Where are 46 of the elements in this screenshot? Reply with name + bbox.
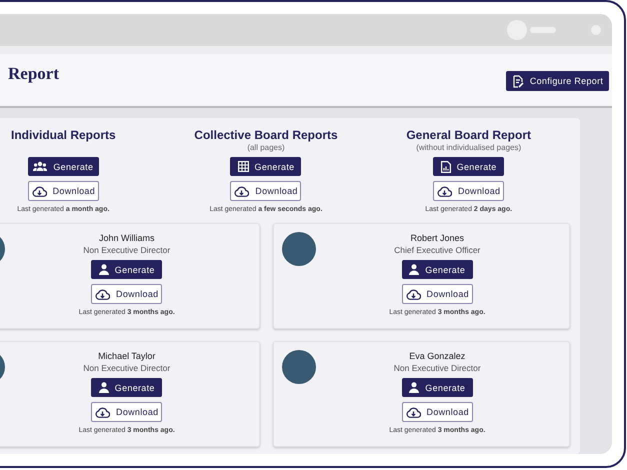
download-button[interactable]: Download [230, 181, 302, 201]
person-name: Michael Taylor [98, 350, 156, 362]
page-title: Report [8, 64, 59, 84]
user-icon [409, 382, 420, 393]
document-edit-icon [512, 74, 524, 88]
avatar-photo-placeholder [282, 232, 316, 266]
generate-button[interactable]: Generate [402, 378, 473, 397]
report-title: General Board Report [406, 128, 532, 143]
group-icon [33, 161, 48, 172]
generate-button[interactable]: Generate [402, 260, 473, 279]
user-icon [98, 264, 109, 275]
download-button[interactable]: Download [28, 181, 99, 201]
person-role: Non Executive Director [83, 244, 170, 256]
generate-button[interactable]: Generate [28, 157, 99, 176]
cloud-download-icon [95, 288, 110, 300]
generate-button[interactable]: Generate [91, 260, 162, 279]
generate-button[interactable]: Generate [230, 157, 302, 176]
user-icon [409, 264, 420, 275]
avatar-photo-placeholder [282, 350, 316, 384]
report-title: Individual Reports [10, 128, 116, 143]
person-name: Eva Gonzalez [409, 350, 466, 362]
person-name: John Williams [98, 232, 154, 244]
report-title: Collective Board Reports [194, 128, 338, 143]
report-subtitle: (without individualised pages) [416, 143, 522, 154]
download-button[interactable]: Download [402, 284, 473, 304]
person-role: Non Executive Director [394, 362, 481, 374]
cloud-download-icon [406, 406, 421, 418]
cloud-download-icon [234, 186, 250, 196]
report-subtitle: (all pages) [247, 143, 285, 154]
cloud-download-icon [32, 186, 47, 196]
download-button[interactable]: Download [91, 402, 162, 422]
generate-button[interactable]: Generate [91, 378, 162, 397]
cloud-download-icon [406, 288, 421, 300]
cloud-download-icon [95, 406, 110, 418]
table-icon [238, 161, 249, 172]
person-role: Non Executive Director [83, 362, 170, 374]
user-icon [98, 382, 109, 393]
person-role: Chief Executive Officer [394, 244, 480, 256]
download-button[interactable]: Download [402, 402, 473, 422]
person-name: Robert Jones [410, 232, 464, 244]
generate-button[interactable]: Generate [433, 157, 504, 176]
download-button[interactable]: Download [433, 181, 504, 201]
cloud-download-icon [436, 186, 452, 196]
document-chart-icon [440, 160, 451, 172]
download-button[interactable]: Download [91, 284, 162, 304]
configure-report-button[interactable]: Configure Report [506, 71, 609, 91]
